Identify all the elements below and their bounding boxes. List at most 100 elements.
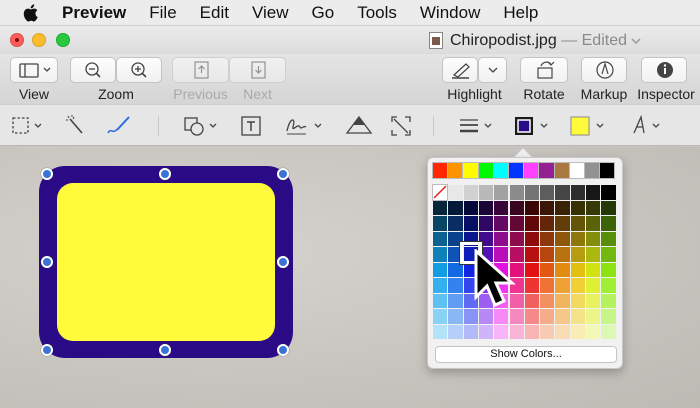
color-swatch[interactable] <box>586 262 601 277</box>
previous-button[interactable] <box>172 57 229 83</box>
resize-handle[interactable] <box>41 256 53 268</box>
color-swatch[interactable] <box>601 278 616 293</box>
color-swatch[interactable] <box>570 324 585 339</box>
color-swatch[interactable] <box>524 262 540 277</box>
color-swatch[interactable] <box>463 216 478 231</box>
color-swatch[interactable] <box>509 185 524 200</box>
color-swatch[interactable] <box>509 324 524 339</box>
show-colors-button[interactable]: Show Colors... <box>435 346 617 363</box>
menu-go[interactable]: Go <box>312 3 335 23</box>
color-swatch[interactable] <box>463 200 478 215</box>
color-swatch[interactable] <box>463 324 478 339</box>
color-swatch[interactable] <box>601 200 616 215</box>
color-swatch[interactable] <box>540 293 555 308</box>
color-swatch[interactable] <box>524 247 540 262</box>
color-swatch[interactable] <box>586 185 601 200</box>
resize-handle[interactable] <box>277 168 289 180</box>
apple-icon[interactable] <box>22 3 40 23</box>
color-swatch[interactable] <box>448 278 463 293</box>
color-swatch[interactable] <box>494 231 509 246</box>
highlight-button[interactable] <box>442 57 478 83</box>
rectangle-shape-fill[interactable] <box>57 183 275 341</box>
color-swatch[interactable] <box>478 324 494 339</box>
color-swatch[interactable] <box>540 262 555 277</box>
color-swatch[interactable] <box>462 162 479 179</box>
color-swatch[interactable] <box>448 293 463 308</box>
color-swatch[interactable] <box>433 293 448 308</box>
menu-tools[interactable]: Tools <box>357 3 397 23</box>
color-swatch[interactable] <box>494 200 509 215</box>
color-swatch[interactable] <box>524 309 540 324</box>
color-swatch[interactable] <box>494 216 509 231</box>
color-swatch[interactable] <box>555 293 570 308</box>
menu-edit[interactable]: Edit <box>200 3 229 23</box>
color-swatch[interactable] <box>540 200 555 215</box>
next-button[interactable] <box>229 57 286 83</box>
color-swatch[interactable] <box>586 324 601 339</box>
color-swatch[interactable] <box>601 262 616 277</box>
rotate-button[interactable] <box>520 57 568 83</box>
color-swatch[interactable] <box>447 162 464 179</box>
color-swatch[interactable] <box>555 216 570 231</box>
color-swatch[interactable] <box>448 309 463 324</box>
color-swatch[interactable] <box>570 293 585 308</box>
color-swatch[interactable] <box>523 162 540 179</box>
color-swatch[interactable] <box>568 162 585 179</box>
color-swatch[interactable] <box>586 200 601 215</box>
color-swatch[interactable] <box>433 309 448 324</box>
color-swatch[interactable] <box>540 324 555 339</box>
resize-handle[interactable] <box>159 344 171 356</box>
color-swatch[interactable] <box>478 185 494 200</box>
color-swatch[interactable] <box>478 216 494 231</box>
color-swatch[interactable] <box>586 247 601 262</box>
color-swatch[interactable] <box>448 185 463 200</box>
color-swatch[interactable] <box>555 309 570 324</box>
border-color-icon[interactable] <box>512 113 554 139</box>
adjust-color-icon[interactable] <box>344 113 374 139</box>
color-swatch[interactable] <box>540 216 555 231</box>
menu-preview[interactable]: Preview <box>62 3 126 23</box>
highlight-menu-button[interactable] <box>478 57 507 83</box>
menu-help[interactable]: Help <box>503 3 538 23</box>
menu-view[interactable]: View <box>252 3 289 23</box>
color-swatch[interactable] <box>555 278 570 293</box>
color-swatch[interactable] <box>555 324 570 339</box>
adjust-size-icon[interactable] <box>388 113 414 139</box>
color-swatch[interactable] <box>555 185 570 200</box>
color-swatch[interactable] <box>583 162 601 179</box>
color-swatch[interactable] <box>494 324 509 339</box>
color-swatch[interactable] <box>540 278 555 293</box>
window-title[interactable]: Chiropodist.jpg — Edited <box>450 32 641 50</box>
color-swatch[interactable] <box>492 162 509 179</box>
color-swatch[interactable] <box>570 309 585 324</box>
color-swatch[interactable] <box>555 231 570 246</box>
resize-handle[interactable] <box>277 344 289 356</box>
document-icon[interactable] <box>429 32 443 49</box>
text-style-icon[interactable] <box>628 113 670 139</box>
color-swatch[interactable] <box>448 324 463 339</box>
no-color-swatch[interactable] <box>431 184 449 201</box>
color-swatch[interactable] <box>463 185 478 200</box>
color-swatch[interactable] <box>507 162 525 179</box>
color-swatch[interactable] <box>586 216 601 231</box>
menu-window[interactable]: Window <box>420 3 480 23</box>
instant-alpha-icon[interactable] <box>64 113 90 139</box>
color-swatch[interactable] <box>448 216 463 231</box>
color-swatch[interactable] <box>570 262 585 277</box>
color-swatch[interactable] <box>570 185 585 200</box>
color-swatch[interactable] <box>524 231 540 246</box>
color-swatch[interactable] <box>524 200 540 215</box>
color-swatch[interactable] <box>601 309 616 324</box>
color-swatch[interactable] <box>555 262 570 277</box>
color-swatch[interactable] <box>433 278 448 293</box>
color-swatch[interactable] <box>586 293 601 308</box>
color-swatch[interactable] <box>509 231 524 246</box>
color-swatch[interactable] <box>448 262 463 277</box>
color-swatch[interactable] <box>599 162 616 179</box>
color-swatch[interactable] <box>570 247 585 262</box>
markup-button[interactable] <box>581 57 627 83</box>
zoom-out-button[interactable] <box>70 57 116 83</box>
color-swatch[interactable] <box>570 278 585 293</box>
fill-color-icon[interactable] <box>568 113 610 139</box>
rectangular-selection-icon[interactable] <box>10 113 50 139</box>
